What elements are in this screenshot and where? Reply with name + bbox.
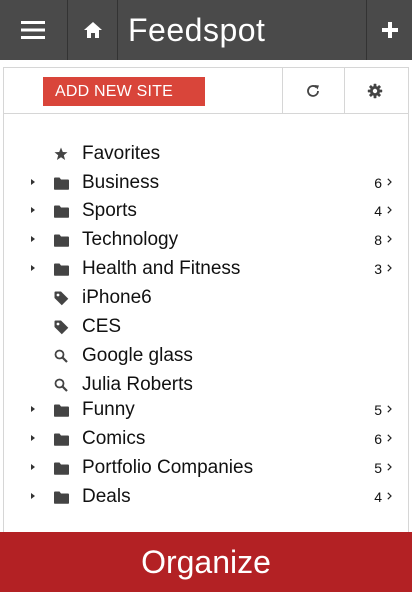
refresh-icon	[307, 84, 319, 97]
folder-icon	[53, 261, 69, 277]
unread-count: 4	[374, 489, 382, 505]
feed-list-item[interactable]: Comics 6	[0, 426, 412, 452]
expand-caret-icon[interactable]	[31, 179, 37, 187]
chevron-right-icon	[387, 487, 392, 505]
feed-list-item-label: Favorites	[82, 143, 161, 164]
tag-icon	[53, 290, 69, 306]
expand-caret-icon[interactable]	[31, 406, 37, 414]
feed-list-item[interactable]: Julia Roberts	[0, 372, 412, 398]
folder-icon	[53, 460, 69, 476]
search-icon	[53, 348, 69, 364]
header-divider	[117, 0, 118, 60]
unread-count: 6	[374, 175, 382, 191]
feed-list-item[interactable]: Sports 4	[0, 198, 412, 224]
chevron-right-icon	[387, 230, 392, 248]
tag-icon	[53, 319, 69, 335]
expand-caret-icon[interactable]	[31, 493, 37, 501]
unread-count: 3	[374, 261, 382, 277]
feed-list-item-label: Funny	[82, 399, 135, 420]
expand-caret-icon[interactable]	[31, 265, 37, 273]
add-new-site-button[interactable]: ADD NEW SITE	[43, 77, 205, 106]
feed-list-item-label: iPhone6	[82, 287, 152, 308]
star-icon	[53, 146, 69, 162]
chevron-right-icon	[387, 201, 392, 219]
unread-count: 5	[374, 460, 382, 476]
hamburger-menu-icon	[21, 21, 45, 39]
app-header: Feedspot	[0, 0, 412, 60]
home-button[interactable]	[69, 0, 117, 60]
feed-list-item-label: Google glass	[82, 345, 193, 366]
feed-list-item[interactable]: Favorites	[0, 141, 412, 167]
folder-icon	[53, 489, 69, 505]
feed-list-item-label: Portfolio Companies	[82, 457, 254, 478]
app-title: Feedspot	[128, 11, 266, 48]
feed-list-item-label: Deals	[82, 486, 131, 507]
unread-count: 6	[374, 431, 382, 447]
expand-caret-icon[interactable]	[31, 464, 37, 472]
folder-icon	[53, 431, 69, 447]
feed-list-item-label: CES	[82, 316, 122, 337]
feed-list-item[interactable]: Funny 5	[0, 397, 412, 423]
plus-icon	[381, 22, 398, 38]
unread-count: 5	[374, 402, 382, 418]
chevron-right-icon	[387, 400, 392, 418]
feed-list-item[interactable]: CES	[0, 314, 412, 340]
settings-button[interactable]	[345, 68, 405, 113]
feed-list-item[interactable]: Business 6	[0, 170, 412, 196]
expand-caret-icon[interactable]	[31, 236, 37, 244]
gear-icon	[367, 83, 383, 98]
folder-icon	[53, 175, 69, 191]
expand-caret-icon[interactable]	[31, 435, 37, 443]
feed-list-item-label: Comics	[82, 428, 146, 449]
feed-list-item[interactable]: Portfolio Companies 5	[0, 455, 412, 481]
feed-list-item-label: Business	[82, 172, 160, 193]
unread-count: 8	[374, 232, 382, 248]
folder-icon	[53, 232, 69, 248]
feeds-toolbar: ADD NEW SITE	[4, 68, 408, 114]
add-button[interactable]	[367, 0, 412, 60]
feed-list-item[interactable]: Technology 8	[0, 227, 412, 253]
refresh-button[interactable]	[283, 68, 343, 113]
unread-count: 4	[374, 203, 382, 219]
header-divider	[67, 0, 68, 60]
feed-list-item[interactable]: Health and Fitness 3	[0, 256, 412, 282]
feed-list-item-label: Julia Roberts	[82, 374, 193, 395]
feed-list-item-label: Health and Fitness	[82, 258, 241, 279]
folder-icon	[53, 402, 69, 418]
organize-button[interactable]: Organize	[0, 532, 412, 592]
home-icon	[84, 22, 102, 38]
expand-caret-icon[interactable]	[31, 207, 37, 215]
chevron-right-icon	[387, 458, 392, 476]
folder-icon	[53, 203, 69, 219]
chevron-right-icon	[387, 259, 392, 277]
feed-list-item[interactable]: Deals 4	[0, 484, 412, 510]
feed-list-item-label: Sports	[82, 200, 137, 221]
search-icon	[53, 377, 69, 393]
feed-list-item[interactable]: iPhone6	[0, 285, 412, 311]
menu-button[interactable]	[0, 0, 66, 60]
feed-list-item-label: Technology	[82, 229, 179, 250]
chevron-right-icon	[387, 429, 392, 447]
chevron-right-icon	[387, 173, 392, 191]
feed-list-item[interactable]: Google glass	[0, 343, 412, 369]
